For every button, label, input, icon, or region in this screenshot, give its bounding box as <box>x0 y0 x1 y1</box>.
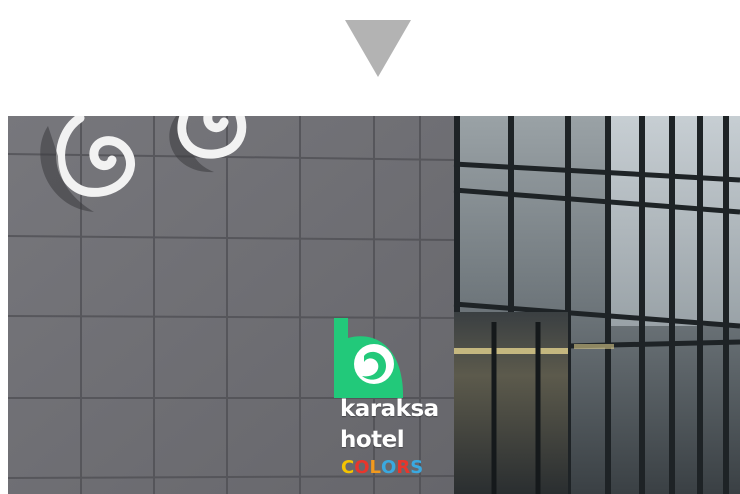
hotel-facade-photo: karaksa hotel COLORS <box>8 116 740 494</box>
sign-text-colors: COLORS <box>341 459 423 477</box>
colors-letter: O <box>381 457 397 478</box>
colors-letter: O <box>354 457 370 478</box>
sign-text-hotel: hotel <box>340 427 405 453</box>
lobby-entrance <box>454 312 568 494</box>
triangle-down-icon <box>345 20 411 77</box>
colors-letter: C <box>341 457 355 478</box>
colors-letter: S <box>410 457 424 478</box>
colors-letter: R <box>396 457 411 478</box>
page: karaksa hotel COLORS <box>0 0 740 494</box>
sign-text-karaksa: karaksa <box>340 396 439 422</box>
colors-letter: L <box>369 457 382 478</box>
lobby-light-strip-right <box>574 344 614 349</box>
lobby-light-strip <box>454 348 568 354</box>
